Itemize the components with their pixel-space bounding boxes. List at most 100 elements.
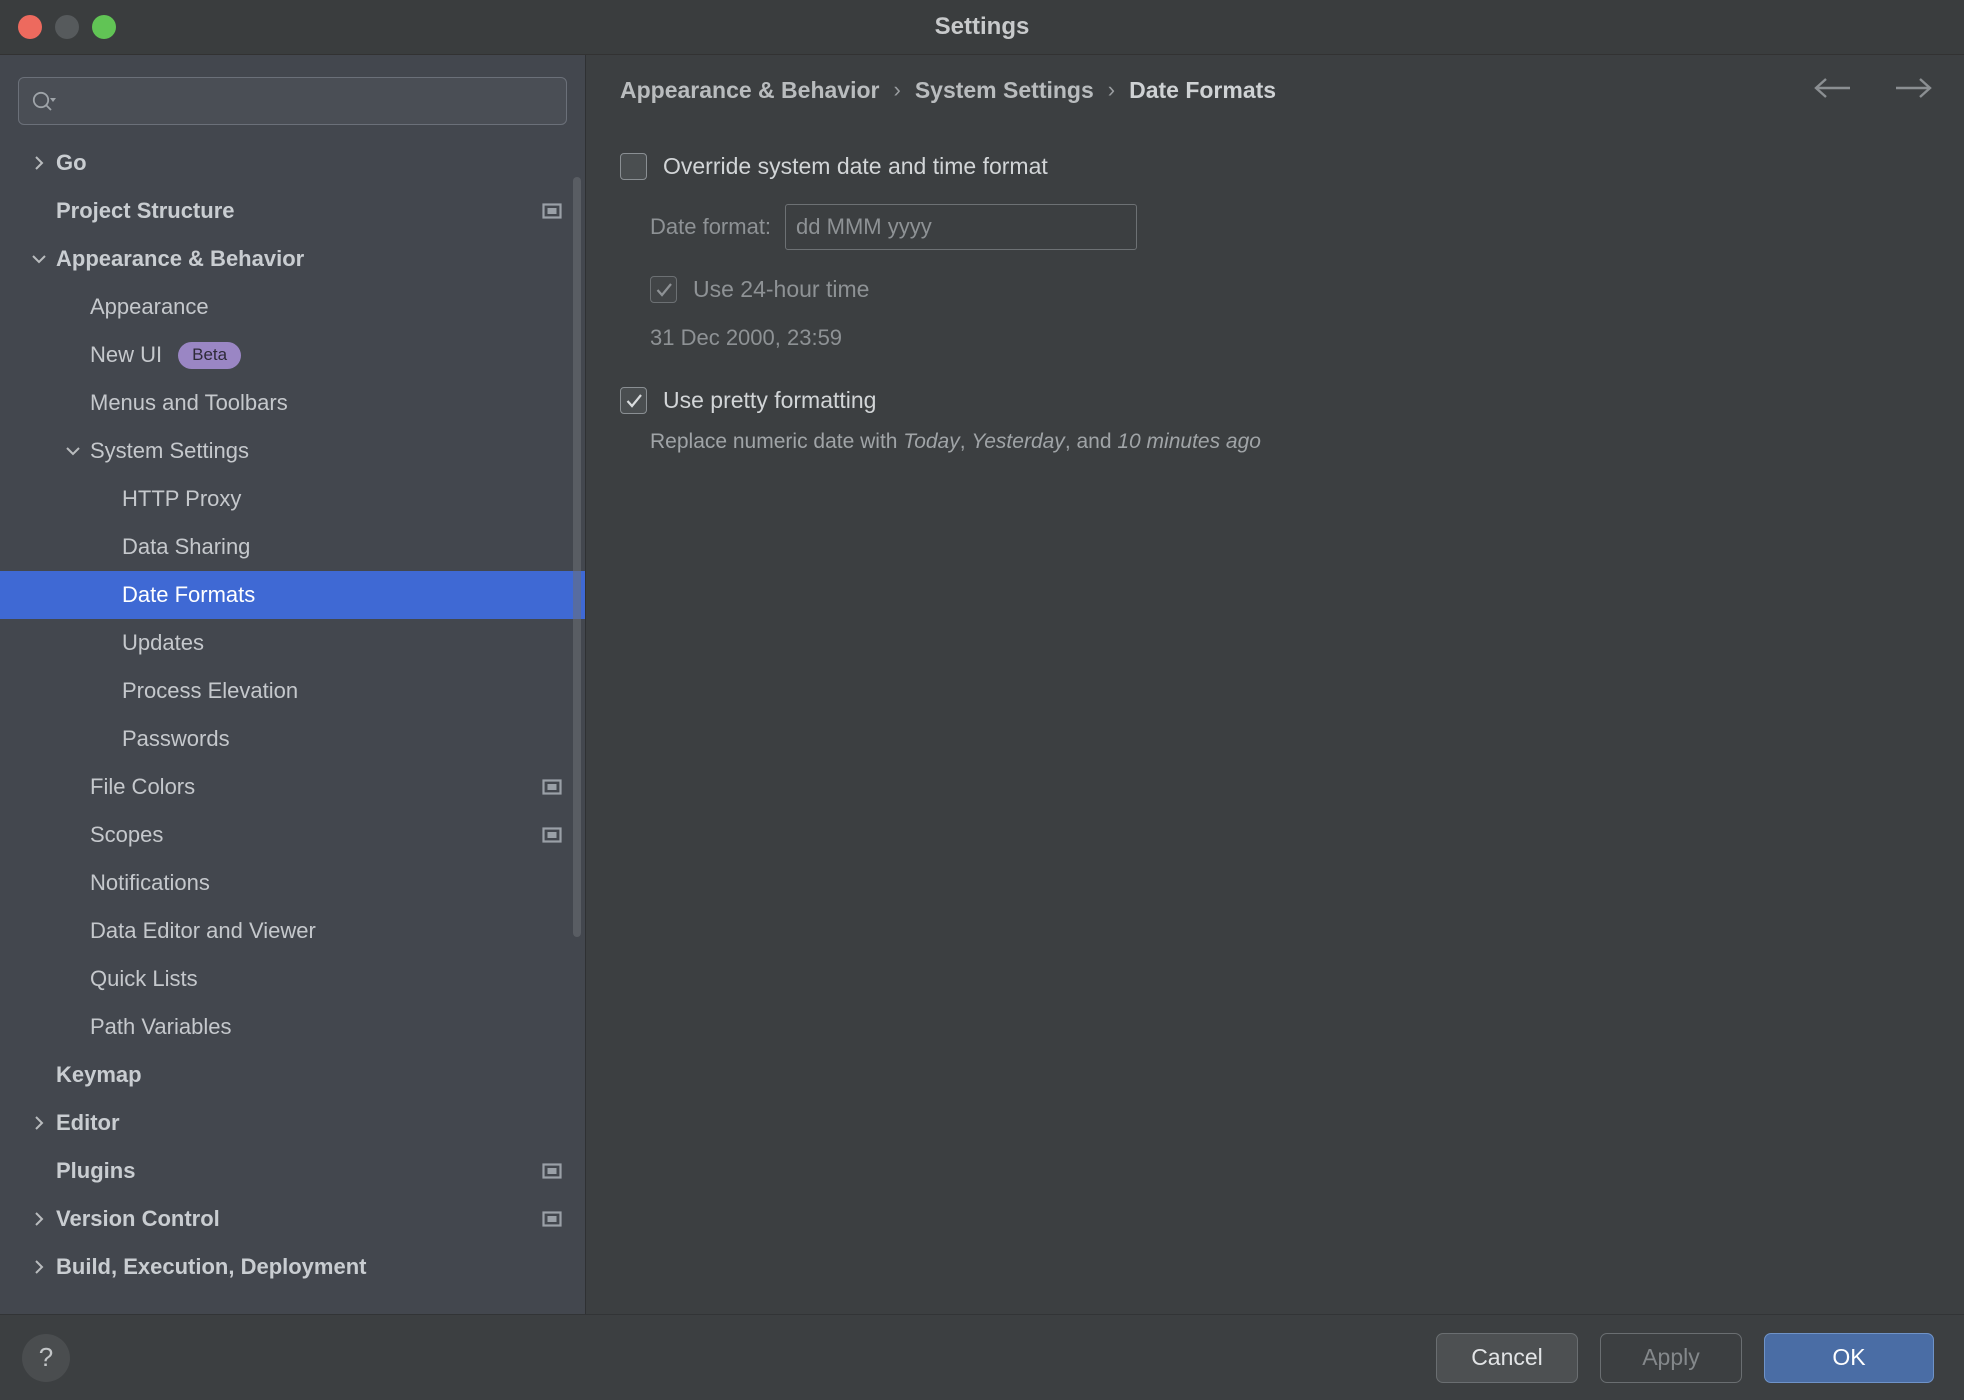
use-pretty-formatting-description: Replace numeric date with Today, Yesterd… xyxy=(620,430,1930,454)
chevron-right-icon[interactable] xyxy=(22,1209,56,1229)
help-button[interactable]: ? xyxy=(22,1333,70,1382)
arrow-right-icon[interactable] xyxy=(1890,76,1934,105)
sidebar-item-menus-and-toolbars[interactable]: Menus and Toolbars xyxy=(0,379,585,427)
sidebar-item-label: Version Control xyxy=(56,1206,220,1231)
sidebar-item-passwords[interactable]: Passwords xyxy=(0,715,585,763)
sidebar-item-keymap[interactable]: Keymap xyxy=(0,1051,585,1099)
settings-sidebar: Go Project Structure Appearance & Behavior… xyxy=(0,55,586,1314)
check-icon xyxy=(656,282,672,297)
breadcrumb-separator: › xyxy=(893,77,901,102)
search-container xyxy=(0,55,585,139)
sidebar-item-path-variables[interactable]: Path Variables xyxy=(0,1003,585,1051)
breadcrumb-item: Date Formats xyxy=(1129,76,1277,103)
breadcrumb-separator: › xyxy=(1107,77,1116,102)
chevron-down-icon[interactable] xyxy=(56,441,90,461)
sidebar-item-label: New UI xyxy=(90,342,163,367)
override-system-format-checkbox[interactable] xyxy=(620,153,647,180)
pretty-desc-minutes-ago: 10 minutes ago xyxy=(1117,430,1261,453)
apply-button: Apply xyxy=(1600,1332,1742,1383)
project-scope-icon xyxy=(542,1211,562,1227)
chevron-right-icon[interactable] xyxy=(22,1257,56,1277)
use-24-hour-time-checkbox xyxy=(650,276,677,303)
override-system-format-row[interactable]: Override system date and time format xyxy=(620,153,1930,180)
minimize-button xyxy=(55,15,79,39)
use-pretty-formatting-row[interactable]: Use pretty formatting xyxy=(620,387,1930,414)
sidebar-item-plugins[interactable]: Plugins xyxy=(0,1147,585,1195)
search-box[interactable] xyxy=(18,77,567,125)
sidebar-item-appearance-behavior[interactable]: Appearance & Behavior xyxy=(0,235,585,283)
pretty-desc-yesterday: Yesterday xyxy=(971,430,1065,453)
sidebar-item-process-elevation[interactable]: Process Elevation xyxy=(0,667,585,715)
sidebar-item-appearance[interactable]: Appearance xyxy=(0,283,585,331)
sidebar-item-data-editor-and-viewer[interactable]: Data Editor and Viewer xyxy=(0,907,585,955)
ok-button[interactable]: OK xyxy=(1764,1332,1934,1383)
date-format-input[interactable] xyxy=(785,204,1138,250)
search-input[interactable] xyxy=(65,89,554,113)
chevron-down-icon[interactable] xyxy=(22,249,56,269)
project-scope-icon xyxy=(542,1163,562,1179)
sidebar-item-quick-lists[interactable]: Quick Lists xyxy=(0,955,585,1003)
chevron-right-icon xyxy=(35,156,44,170)
use-pretty-formatting-label: Use pretty formatting xyxy=(663,387,877,413)
sidebar-item-label: Go xyxy=(56,150,87,175)
pretty-desc-prefix: Replace numeric date with xyxy=(650,430,904,453)
settings-tree: Go Project Structure Appearance & Behavior… xyxy=(0,139,585,1314)
project-scope-icon xyxy=(542,779,562,795)
navigation-arrows xyxy=(1812,76,1934,105)
sidebar-item-http-proxy[interactable]: HTTP Proxy xyxy=(0,475,585,523)
sidebar-item-data-sharing[interactable]: Data Sharing xyxy=(0,523,585,571)
sidebar-item-label: Data Sharing xyxy=(122,534,251,559)
project-scope-icon xyxy=(541,1161,563,1181)
sidebar-item-date-formats[interactable]: Date Formats xyxy=(0,571,585,619)
sidebar-item-label: Data Editor and Viewer xyxy=(90,918,316,943)
project-scope-icon xyxy=(542,203,562,219)
zoom-button[interactable] xyxy=(92,15,116,39)
sidebar-item-label: Quick Lists xyxy=(90,966,198,991)
sidebar-item-system-settings[interactable]: System Settings xyxy=(0,427,585,475)
sidebar-item-label: Passwords xyxy=(122,726,230,751)
cancel-button[interactable]: Cancel xyxy=(1436,1332,1578,1383)
sidebar-item-project-structure[interactable]: Project Structure xyxy=(0,187,585,235)
sidebar-item-notifications[interactable]: Notifications xyxy=(0,859,585,907)
breadcrumb: Appearance & Behavior › System Settings › Da… xyxy=(620,77,1276,104)
sidebar-item-label: Scopes xyxy=(90,822,164,847)
chevron-down-icon xyxy=(32,255,46,264)
project-scope-icon xyxy=(541,201,563,221)
sidebar-item-go[interactable]: Go xyxy=(0,139,585,187)
window-title: Settings xyxy=(934,13,1030,40)
chevron-right-icon[interactable] xyxy=(22,1113,56,1133)
sidebar-item-label: Appearance xyxy=(90,294,209,319)
sidebar-item-version-control[interactable]: Version Control xyxy=(0,1195,585,1243)
check-icon xyxy=(626,393,642,408)
chevron-right-icon[interactable] xyxy=(22,153,56,173)
sidebar-scrollbar-thumb[interactable] xyxy=(573,177,581,937)
arrow-left-icon[interactable] xyxy=(1812,76,1856,105)
sidebar-item-label: Notifications xyxy=(90,870,210,895)
dialog-footer: ? Cancel Apply OK xyxy=(0,1314,1964,1400)
use-pretty-formatting-checkbox[interactable] xyxy=(620,387,647,414)
chevron-right-icon xyxy=(35,1116,44,1130)
pretty-desc-today: Today xyxy=(903,430,960,453)
pretty-desc-sep2: , and xyxy=(1064,430,1118,453)
override-system-format-label: Override system date and time format xyxy=(663,153,1048,179)
sidebar-item-editor[interactable]: Editor xyxy=(0,1099,585,1147)
project-scope-icon xyxy=(541,777,563,797)
dialog-buttons: Cancel Apply OK xyxy=(1436,1332,1934,1383)
use-24-hour-time-row[interactable]: Use 24-hour time xyxy=(620,276,1930,303)
sidebar-item-label: HTTP Proxy xyxy=(122,486,242,511)
search-icon xyxy=(31,90,57,112)
sidebar-scrollbar-track[interactable] xyxy=(573,115,583,1306)
sidebar-item-label: Updates xyxy=(122,630,204,655)
date-preview: 31 Dec 2000, 23:59 xyxy=(650,325,843,350)
sidebar-item-label: Project Structure xyxy=(56,198,235,223)
breadcrumb-item[interactable]: System Settings xyxy=(915,77,1094,104)
project-scope-icon xyxy=(542,827,562,843)
breadcrumb-item[interactable]: Appearance & Behavior xyxy=(620,77,879,104)
sidebar-item-scopes[interactable]: Scopes xyxy=(0,811,585,859)
settings-main-panel: Appearance & Behavior › System Settings › Da… xyxy=(586,55,1964,1314)
close-button[interactable] xyxy=(18,15,42,39)
sidebar-item-build-execution-deployment[interactable]: Build, Execution, Deployment xyxy=(0,1243,585,1291)
sidebar-item-new-ui[interactable]: New UI Beta xyxy=(0,331,585,379)
sidebar-item-file-colors[interactable]: File Colors xyxy=(0,763,585,811)
sidebar-item-updates[interactable]: Updates xyxy=(0,619,585,667)
